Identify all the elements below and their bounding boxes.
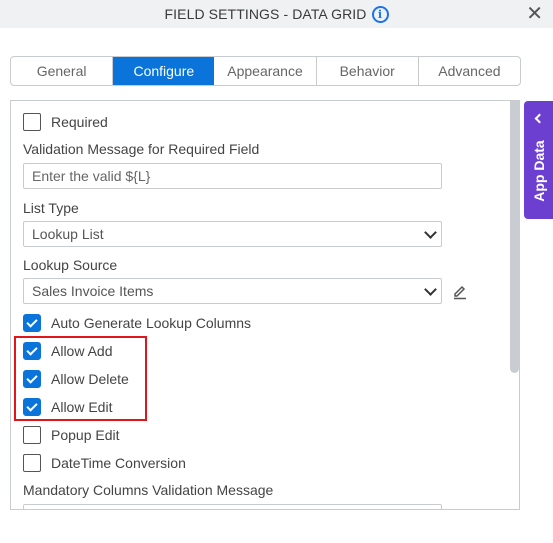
list-type-value: Lookup List xyxy=(32,226,104,242)
chevron-left-icon xyxy=(534,113,545,124)
auto-generate-checkbox[interactable] xyxy=(23,314,41,332)
app-data-tab[interactable]: App Data xyxy=(524,101,553,219)
mandatory-columns-input[interactable] xyxy=(23,504,442,509)
dialog-title: FIELD SETTINGS - DATA GRID xyxy=(164,6,367,22)
configure-panel: Required Validation Message for Required… xyxy=(10,100,520,510)
tab-bar: General Configure Appearance Behavior Ad… xyxy=(10,56,521,86)
validation-message-label: Validation Message for Required Field xyxy=(23,141,260,157)
app-data-label: App Data xyxy=(530,140,547,202)
allow-add-label: Allow Add xyxy=(51,343,113,359)
tab-appearance[interactable]: Appearance xyxy=(214,57,317,85)
required-checkbox[interactable] xyxy=(23,113,41,131)
tab-general[interactable]: General xyxy=(11,57,114,85)
panel-scrollbar[interactable] xyxy=(510,101,519,373)
datetime-conversion-label: DateTime Conversion xyxy=(51,455,186,471)
tab-advanced[interactable]: Advanced xyxy=(419,57,520,85)
lookup-source-value: Sales Invoice Items xyxy=(32,283,154,299)
auto-generate-label: Auto Generate Lookup Columns xyxy=(51,315,252,331)
allow-delete-row: Allow Delete xyxy=(23,369,129,389)
chevron-down-icon xyxy=(424,226,437,239)
list-type-select[interactable]: Lookup List xyxy=(23,221,442,247)
lookup-source-select[interactable]: Sales Invoice Items xyxy=(23,278,442,304)
allow-delete-label: Allow Delete xyxy=(51,371,129,387)
tab-behavior[interactable]: Behavior xyxy=(317,57,419,85)
auto-generate-row: Auto Generate Lookup Columns xyxy=(23,313,251,333)
required-label: Required xyxy=(51,114,108,130)
popup-edit-row: Popup Edit xyxy=(23,425,120,445)
chevron-down-icon xyxy=(424,283,437,296)
allow-edit-row: Allow Edit xyxy=(23,397,112,417)
lookup-source-label: Lookup Source xyxy=(23,257,118,273)
allow-edit-label: Allow Edit xyxy=(51,399,113,415)
allow-edit-checkbox[interactable] xyxy=(23,398,41,416)
required-row: Required xyxy=(23,112,108,132)
allow-delete-checkbox[interactable] xyxy=(23,370,41,388)
popup-edit-checkbox[interactable] xyxy=(23,426,41,444)
popup-edit-label: Popup Edit xyxy=(51,427,120,443)
datetime-conversion-row: DateTime Conversion xyxy=(23,453,186,473)
allow-add-row: Allow Add xyxy=(23,341,112,361)
dialog-header: FIELD SETTINGS - DATA GRID i ✕ xyxy=(0,0,553,28)
allow-add-checkbox[interactable] xyxy=(23,342,41,360)
tab-configure[interactable]: Configure xyxy=(113,57,215,85)
edit-icon[interactable] xyxy=(451,282,469,300)
validation-message-input[interactable]: Enter the valid ${L} xyxy=(23,163,442,189)
datetime-conversion-checkbox[interactable] xyxy=(23,454,41,472)
list-type-label: List Type xyxy=(23,200,79,216)
close-icon[interactable]: ✕ xyxy=(526,4,543,24)
mandatory-columns-label: Mandatory Columns Validation Message xyxy=(23,482,274,498)
info-icon[interactable]: i xyxy=(371,5,389,23)
